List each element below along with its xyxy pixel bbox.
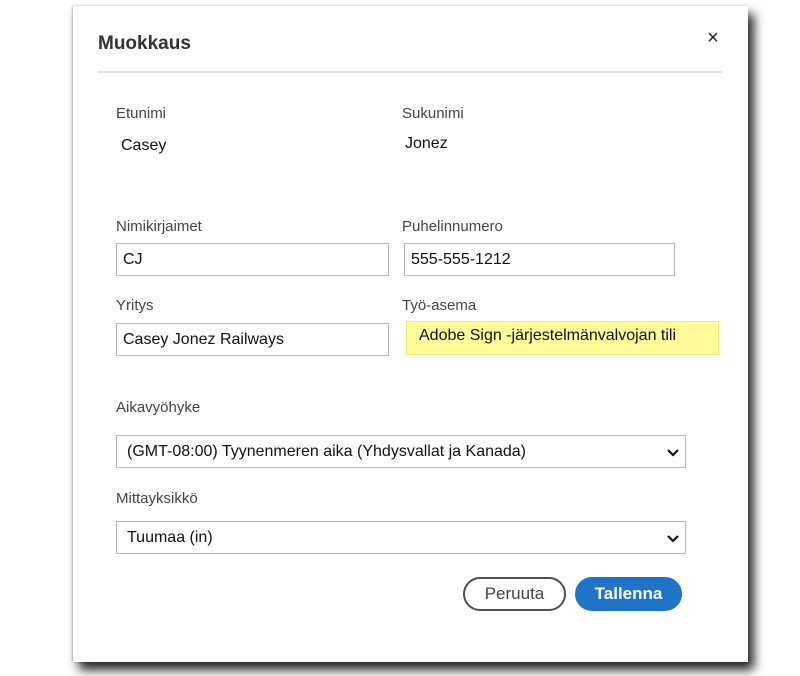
job-title-value[interactable]: Adobe Sign -järjestelmänvalvojan tili <box>406 321 719 355</box>
close-icon[interactable]: × <box>703 28 723 48</box>
timezone-label: Aikavyöhyke <box>116 399 201 416</box>
last-name-value: Jonez <box>405 135 448 152</box>
last-name-label: Sukunimi <box>402 105 464 122</box>
phone-label: Puhelinnumero <box>402 218 503 235</box>
units-select[interactable]: Tuumaa (in) <box>116 521 686 554</box>
timezone-select[interactable]: (GMT-08:00) Tyynenmeren aika (Yhdysvalla… <box>116 435 686 468</box>
timezone-selected: (GMT-08:00) Tyynenmeren aika (Yhdysvalla… <box>127 443 527 460</box>
dialog-title: Muokkaus <box>98 33 191 54</box>
chevron-down-icon <box>667 449 679 457</box>
first-name-label: Etunimi <box>116 105 167 122</box>
cancel-button[interactable]: Peruuta <box>463 577 566 611</box>
units-label: Mittayksikkö <box>116 490 198 507</box>
save-button[interactable]: Tallenna <box>575 577 682 611</box>
company-label: Yritys <box>116 297 154 314</box>
first-name-value: Casey <box>121 137 167 154</box>
chevron-down-icon <box>667 535 679 543</box>
company-input[interactable] <box>116 323 389 356</box>
initials-input[interactable] <box>116 243 389 276</box>
job-title-label: Työ-asema <box>402 297 477 314</box>
header-divider <box>98 71 722 73</box>
edit-dialog: Muokkaus × Etunimi Casey Sukunimi Jonez … <box>73 6 748 662</box>
phone-input[interactable] <box>404 243 675 276</box>
initials-label: Nimikirjaimet <box>116 218 202 235</box>
units-selected: Tuumaa (in) <box>127 529 213 546</box>
